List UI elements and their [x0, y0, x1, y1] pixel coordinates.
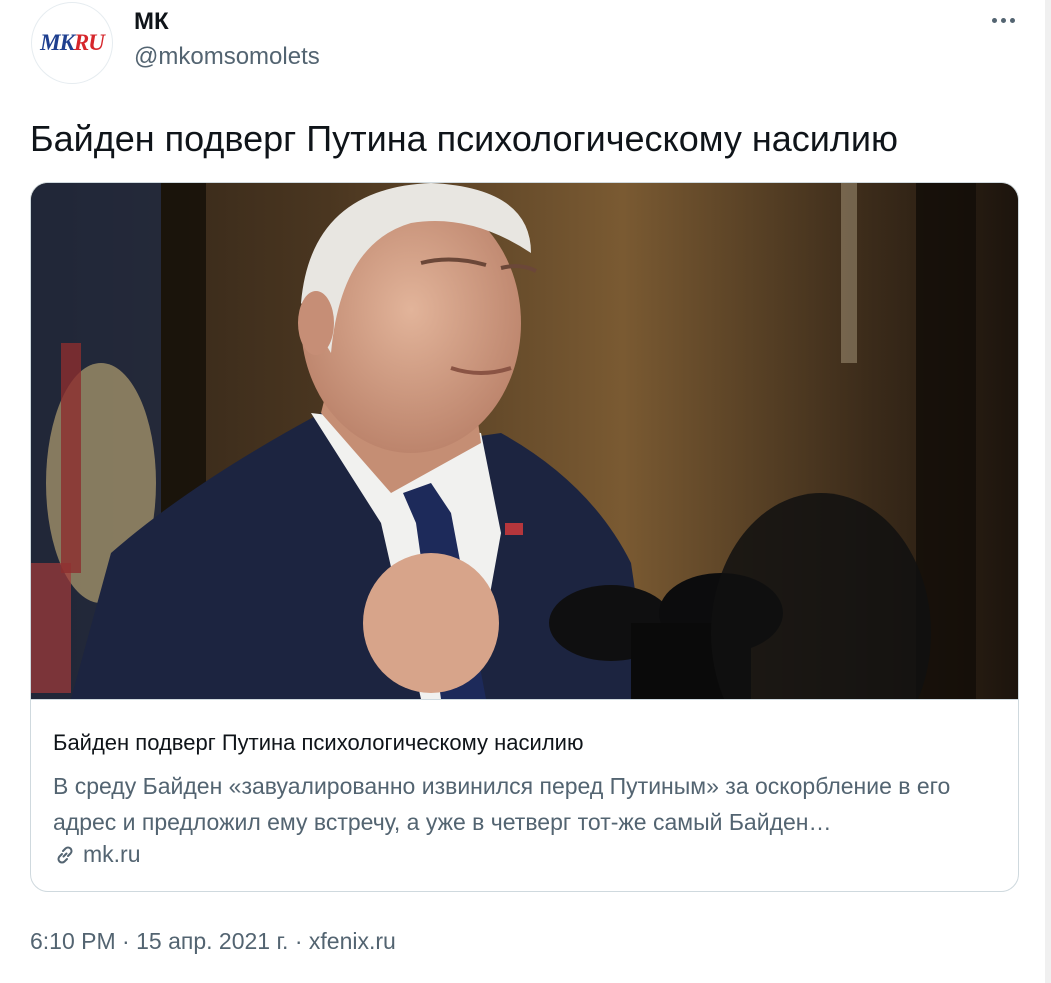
more-options-button[interactable] [985, 8, 1021, 32]
mkru-logo: MKRU [40, 30, 105, 55]
tweet-text: Байден подверг Путина психологическому н… [30, 118, 899, 159]
avatar[interactable]: MKRU [31, 2, 113, 84]
more-dots-icon [991, 17, 997, 23]
tweet-time[interactable]: 6:10 PM [30, 928, 116, 954]
tweet-timestamp: 6:10 PM · 15 апр. 2021 г. · xfenix.ru [30, 928, 396, 955]
card-domain-link[interactable]: mk.ru [53, 841, 141, 868]
link-icon [57, 845, 73, 864]
card-title[interactable]: Байден подверг Путина психологическому н… [53, 730, 583, 756]
author-handle[interactable]: @mkomsomolets [134, 43, 320, 71]
card-domain: mk.ru [83, 841, 141, 867]
card-description[interactable]: В среду Байден «завуалированно извинился… [53, 768, 1003, 840]
scrollbar[interactable] [1045, 0, 1051, 983]
separator: · [288, 928, 309, 954]
link-preview-card[interactable]: Байден подверг Путина психологическому н… [30, 182, 1019, 892]
separator: · [115, 928, 137, 954]
tweet-date[interactable]: 15 апр. 2021 г. [136, 928, 288, 954]
tweet-source[interactable]: xfenix.ru [309, 928, 396, 954]
card-image[interactable] [31, 183, 1018, 700]
author-display-name[interactable]: МК [134, 8, 169, 36]
